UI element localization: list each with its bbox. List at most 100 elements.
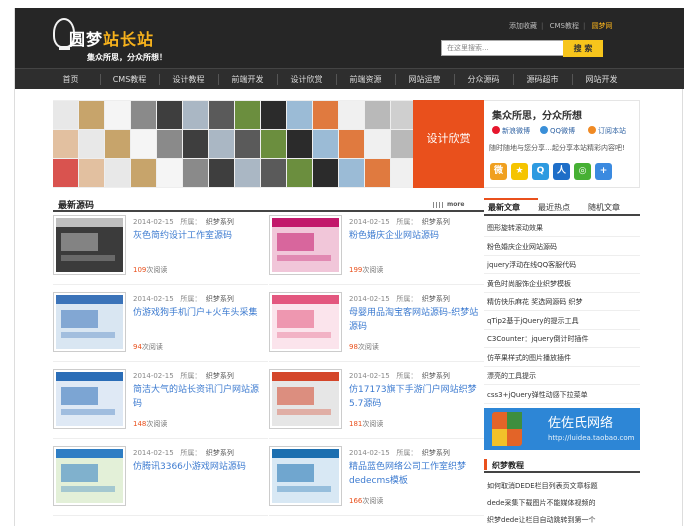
dede-item[interactable]: 织梦dede让栏目自动跳转到第一个: [487, 515, 637, 525]
nav-cms[interactable]: CMS教程: [100, 69, 159, 90]
more-share-icon[interactable]: +: [595, 163, 612, 180]
banner-thumbnail[interactable]: [183, 159, 208, 187]
tab-latest[interactable]: 最新文章: [488, 202, 520, 213]
banner-thumbnail[interactable]: [209, 101, 234, 129]
recent-article-link[interactable]: C3Counter：jquery倒计时插件: [487, 334, 637, 344]
banner-thumbnail[interactable]: [157, 101, 182, 129]
card-category[interactable]: 织梦系列: [422, 295, 450, 303]
more-link[interactable]: more: [447, 201, 464, 208]
banner-thumbnail[interactable]: [209, 130, 234, 158]
card-title[interactable]: 灰色简约设计工作室源码: [133, 229, 265, 243]
banner-thumbnail[interactable]: [339, 101, 364, 129]
qq-weibo-link[interactable]: QQ微博: [540, 126, 575, 136]
banner-thumbnail[interactable]: [105, 159, 130, 187]
banner-thumbnail[interactable]: [235, 101, 260, 129]
banner-thumbnail[interactable]: [209, 159, 234, 187]
banner-thumbnail[interactable]: [365, 130, 390, 158]
subscribe-link[interactable]: 订阅本站: [588, 126, 626, 136]
recent-article-link[interactable]: 精仿快乐麻花 奖选网源码 织梦: [487, 297, 637, 307]
nav-operations[interactable]: 网站运营: [395, 69, 454, 90]
dede-item[interactable]: 如何取消DEDE栏目列表页文章标题: [487, 481, 637, 491]
banner-thumbnail[interactable]: [287, 101, 312, 129]
banner-thumbnail[interactable]: [235, 159, 260, 187]
banner-thumbnail[interactable]: [53, 101, 78, 129]
card-title[interactable]: 简洁大气的站长资讯门户网站源码: [133, 383, 265, 411]
card-title[interactable]: 精品蓝色网络公司工作室织梦dedecms模板: [349, 460, 481, 488]
card-title[interactable]: 粉色婚庆企业网站源码: [349, 229, 481, 243]
banner-thumbnail[interactable]: [261, 159, 286, 187]
design-banner[interactable]: 设计欣赏: [53, 100, 484, 188]
nav-source-market[interactable]: 源码超市: [513, 69, 572, 90]
banner-thumbnail[interactable]: [365, 101, 390, 129]
card-thumbnail[interactable]: [53, 215, 126, 275]
yuanmeng-link[interactable]: 圆梦网: [592, 22, 613, 30]
banner-thumbnail[interactable]: [183, 101, 208, 129]
search-button[interactable]: 搜 索: [563, 40, 603, 57]
banner-thumbnail[interactable]: [105, 130, 130, 158]
renren-share-icon[interactable]: 人: [553, 163, 570, 180]
ad-banner[interactable]: 佐佐氏网络 http://luidea.taobao.com: [484, 408, 640, 450]
banner-thumbnail[interactable]: [183, 130, 208, 158]
tab-random[interactable]: 随机文章: [588, 202, 620, 213]
cms-link[interactable]: CMS教程: [550, 22, 579, 30]
card-category[interactable]: 织梦系列: [206, 295, 234, 303]
nav-web-dev[interactable]: 网站开发: [572, 69, 631, 90]
recent-article-link[interactable]: qTip2基于jQuery的提示工具: [487, 316, 637, 326]
banner-thumbnail[interactable]: [53, 130, 78, 158]
banner-thumbnail[interactable]: [261, 130, 286, 158]
sina-share-icon[interactable]: 微: [490, 163, 507, 180]
banner-thumbnail[interactable]: [105, 101, 130, 129]
card-category[interactable]: 织梦系列: [422, 372, 450, 380]
card-title[interactable]: 仿腾讯3366小游戏网站源码: [133, 460, 265, 474]
card-category[interactable]: 织梦系列: [206, 372, 234, 380]
banner-thumbnail[interactable]: [287, 130, 312, 158]
card-title[interactable]: 仿游戏狗手机门户+火车头采集: [133, 306, 265, 320]
recent-article-link[interactable]: 仿苹果样式的图片播放插件: [487, 353, 637, 363]
nav-frontend[interactable]: 前端开发: [218, 69, 277, 90]
card-thumbnail[interactable]: [269, 446, 342, 506]
card-category[interactable]: 织梦系列: [422, 449, 450, 457]
banner-thumbnail[interactable]: [261, 101, 286, 129]
card-thumbnail[interactable]: [53, 446, 126, 506]
nav-design-tutorial[interactable]: 设计教程: [159, 69, 218, 90]
add-favorite-link[interactable]: 添加收藏: [509, 22, 537, 30]
banner-thumbnail[interactable]: [131, 101, 156, 129]
banner-thumbnail[interactable]: [339, 159, 364, 187]
card-title[interactable]: 仿17173旗下手游门户网站织梦5.7源码: [349, 383, 481, 411]
tab-hot[interactable]: 最近热点: [538, 202, 570, 213]
banner-thumbnail[interactable]: [313, 101, 338, 129]
tencent-share-icon[interactable]: Q: [532, 163, 549, 180]
qzone-share-icon[interactable]: ★: [511, 163, 528, 180]
card-thumbnail[interactable]: [269, 215, 342, 275]
banner-thumbnail[interactable]: [157, 130, 182, 158]
card-category[interactable]: 织梦系列: [206, 449, 234, 457]
card-category[interactable]: 织梦系列: [206, 218, 234, 226]
banner-thumbnail[interactable]: [79, 130, 104, 158]
banner-thumbnail[interactable]: [313, 159, 338, 187]
recent-article-link[interactable]: 漂亮的工具提示: [487, 371, 637, 381]
banner-thumbnail[interactable]: [53, 159, 78, 187]
banner-thumbnail[interactable]: [79, 101, 104, 129]
banner-thumbnail[interactable]: [131, 130, 156, 158]
banner-thumbnail[interactable]: [131, 159, 156, 187]
banner-thumbnail[interactable]: [287, 159, 312, 187]
banner-thumbnail[interactable]: [365, 159, 390, 187]
card-thumbnail[interactable]: [269, 369, 342, 429]
card-thumbnail[interactable]: [53, 369, 126, 429]
nav-source-code[interactable]: 分众源码: [454, 69, 513, 90]
nav-frontend-resources[interactable]: 前端资源: [336, 69, 395, 90]
recent-article-link[interactable]: 粉色婚庆企业网站源码: [487, 242, 637, 252]
card-thumbnail[interactable]: [269, 292, 342, 352]
banner-thumbnail[interactable]: [313, 130, 338, 158]
card-thumbnail[interactable]: [53, 292, 126, 352]
banner-thumbnail[interactable]: [157, 159, 182, 187]
banner-thumbnail[interactable]: [235, 130, 260, 158]
wechat-share-icon[interactable]: ◎: [574, 163, 591, 180]
card-category[interactable]: 织梦系列: [422, 218, 450, 226]
nav-home[interactable]: 首页: [41, 69, 100, 90]
recent-article-link[interactable]: 图形旋转滚动效果: [487, 223, 637, 233]
card-title[interactable]: 母婴用品淘宝客网站源码-织梦站源码: [349, 306, 481, 334]
banner-thumbnail[interactable]: [79, 159, 104, 187]
dede-item[interactable]: dede采集下载图片不能媒体视频的: [487, 498, 637, 508]
recent-article-link[interactable]: css3+jQuery弹性动感下拉菜单: [487, 390, 637, 400]
